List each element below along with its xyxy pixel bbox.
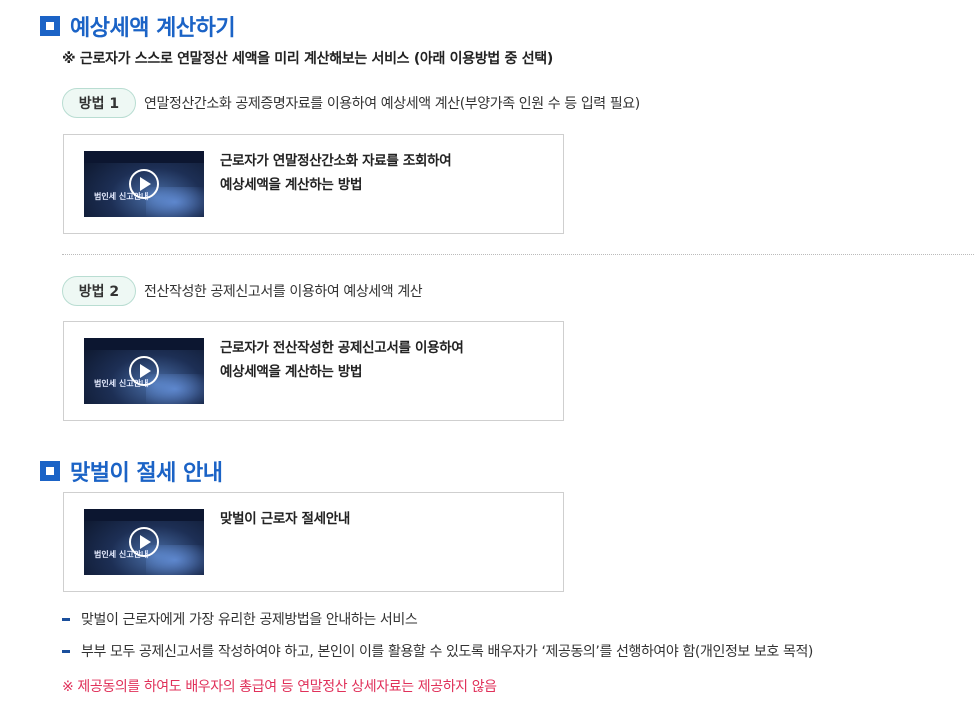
play-icon[interactable] xyxy=(129,356,159,386)
section-title-estimate: 예상세액 계산하기 xyxy=(40,10,236,42)
list-item: 맞벌이 근로자에게 가장 유리한 공제방법을 안내하는 서비스 xyxy=(62,609,418,629)
video-title-line-2: 예상세액을 계산하는 방법 xyxy=(220,364,363,380)
video-title-line-1: 근로자가 연말정산간소화 자료를 조회하여 xyxy=(220,153,452,169)
video-title-line-1: 근로자가 전산작성한 공제신고서를 이용하여 xyxy=(220,340,464,356)
section-title-text: 맞벌이 절세 안내 xyxy=(70,461,223,486)
section-title-dual-income: 맞벌이 절세 안내 xyxy=(40,455,223,487)
warning-note: ※ 제공동의를 하여도 배우자의 총급여 등 연말정산 상세자료는 제공하지 않… xyxy=(62,679,497,695)
dash-bullet-icon xyxy=(62,617,70,621)
video-card-method-1[interactable]: 범인세 신고안내 근로자가 연말정산간소화 자료를 조회하여 예상세액을 계산하… xyxy=(63,134,564,234)
method-2-description: 전산작성한 공제신고서를 이용하여 예상세액 계산 xyxy=(144,284,423,300)
video-title-line-2: 예상세액을 계산하는 방법 xyxy=(220,177,363,193)
video-title[interactable]: 근로자가 연말정산간소화 자료를 조회하여 예상세액을 계산하는 방법 xyxy=(220,149,452,197)
video-thumbnail[interactable]: 범인세 신고안내 xyxy=(84,338,204,404)
video-title[interactable]: 맞벌이 근로자 절세안내 xyxy=(220,507,350,531)
list-item: 부부 모두 공제신고서를 작성하여야 하고, 본인이 이를 활용할 수 있도록 … xyxy=(62,641,813,661)
video-thumbnail[interactable]: 범인세 신고안내 xyxy=(84,151,204,217)
video-card-method-2[interactable]: 범인세 신고안내 근로자가 전산작성한 공제신고서를 이용하여 예상세액을 계산… xyxy=(63,321,564,421)
list-item-text: 부부 모두 공제신고서를 작성하여야 하고, 본인이 이를 활용할 수 있도록 … xyxy=(81,644,813,660)
list-item-text: 맞벌이 근로자에게 가장 유리한 공제방법을 안내하는 서비스 xyxy=(81,612,418,628)
dash-bullet-icon xyxy=(62,649,70,653)
method-1-row: 방법 1 연말정산간소화 공제증명자료를 이용하여 예상세액 계산(부양가족 인… xyxy=(62,88,640,118)
video-title[interactable]: 근로자가 전산작성한 공제신고서를 이용하여 예상세액을 계산하는 방법 xyxy=(220,336,464,384)
video-thumbnail[interactable]: 범인세 신고안내 xyxy=(84,509,204,575)
play-icon[interactable] xyxy=(129,527,159,557)
video-title-line-1: 맞벌이 근로자 절세안내 xyxy=(220,511,350,527)
method-1-description: 연말정산간소화 공제증명자료를 이용하여 예상세액 계산(부양가족 인원 수 등… xyxy=(144,96,640,112)
section-title-text: 예상세액 계산하기 xyxy=(70,16,236,41)
video-card-dual-income[interactable]: 범인세 신고안내 맞벌이 근로자 절세안내 xyxy=(63,492,564,592)
divider xyxy=(62,254,974,255)
method-2-badge: 방법 2 xyxy=(62,276,136,306)
square-bullet-icon xyxy=(40,461,60,481)
service-note: ※ 근로자가 스스로 연말정산 세액을 미리 계산해보는 서비스 (아래 이용방… xyxy=(62,51,553,67)
play-icon[interactable] xyxy=(129,169,159,199)
method-1-badge: 방법 1 xyxy=(62,88,136,118)
square-bullet-icon xyxy=(40,16,60,36)
method-2-row: 방법 2 전산작성한 공제신고서를 이용하여 예상세액 계산 xyxy=(62,276,423,306)
